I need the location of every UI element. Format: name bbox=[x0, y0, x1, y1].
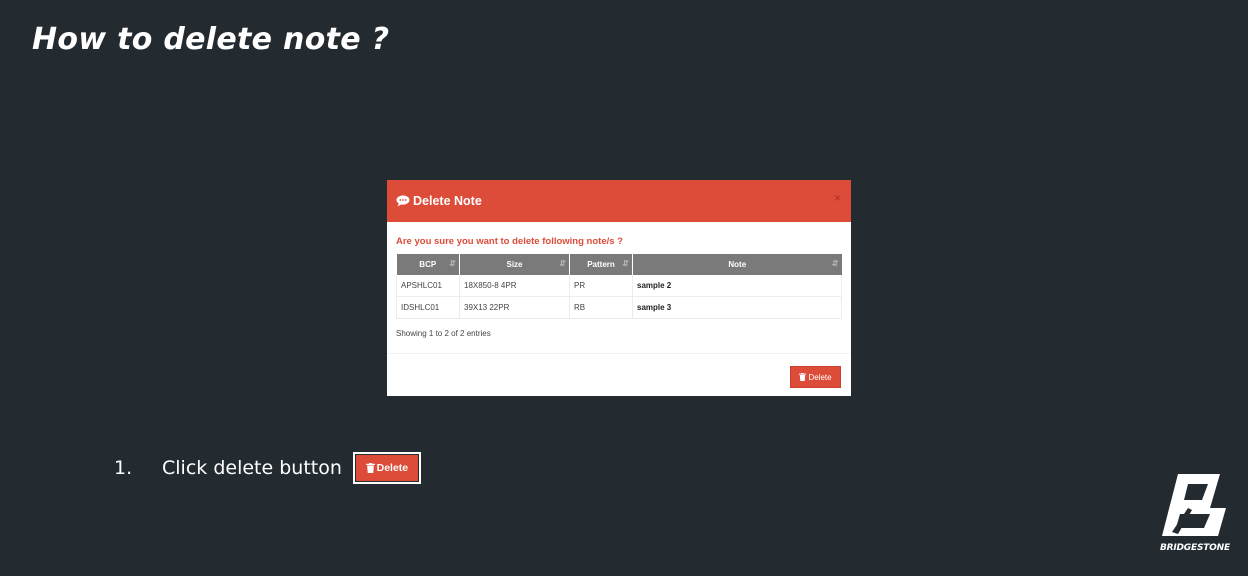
table-row: IDSHLC01 39X13 22PR RB sample 3 bbox=[396, 296, 842, 319]
trash-icon bbox=[799, 373, 807, 381]
sort-icon: ⇵ bbox=[831, 259, 839, 268]
column-header-bcp[interactable]: BCP ⇵ bbox=[396, 254, 460, 275]
delete-button-sample-label: Delete bbox=[376, 462, 409, 474]
slide-title: How to delete note ? bbox=[32, 22, 390, 57]
size-cell: 18X850-8 4PR bbox=[459, 275, 570, 297]
confirm-message: Are you sure you want to delete followin… bbox=[396, 236, 623, 247]
note-cell: sample 2 bbox=[632, 275, 842, 297]
delete-button-sample: Delete bbox=[355, 455, 418, 481]
table-header-row: BCP ⇵ Size ⇵ Pattern ⇵ Note ⇵ bbox=[396, 254, 842, 275]
note-cell: sample 3 bbox=[632, 296, 842, 319]
column-header-note[interactable]: Note ⇵ bbox=[632, 254, 842, 275]
sort-icon: ⇵ bbox=[622, 259, 629, 268]
bridgestone-wordmark: BRIDGESTONE bbox=[1160, 543, 1230, 553]
comment-icon bbox=[396, 195, 410, 207]
step-text: Click delete button bbox=[162, 457, 342, 479]
entries-info: Showing 1 to 2 of 2 entries bbox=[396, 329, 491, 338]
pattern-cell: PR bbox=[569, 275, 633, 297]
close-icon[interactable]: × bbox=[834, 191, 841, 205]
size-cell: 39X13 22PR bbox=[459, 296, 570, 319]
bcp-cell: IDSHLC01 bbox=[396, 296, 460, 319]
notes-table: BCP ⇵ Size ⇵ Pattern ⇵ Note ⇵ APSHLC01 18X85… bbox=[396, 254, 842, 319]
bcp-cell: APSHLC01 bbox=[396, 275, 460, 297]
table-row: APSHLC01 18X850-8 4PR PR sample 2 bbox=[396, 275, 842, 297]
sort-icon: ⇵ bbox=[449, 259, 456, 268]
modal-header: Delete Note × bbox=[387, 180, 851, 222]
delete-note-modal: Delete Note × Are you sure you want to d… bbox=[387, 180, 851, 396]
delete-button-illustration: Delete bbox=[352, 452, 421, 484]
modal-title: Delete Note bbox=[413, 194, 482, 208]
column-header-pattern[interactable]: Pattern ⇵ bbox=[569, 254, 633, 275]
step-number: 1. bbox=[114, 457, 133, 479]
sort-icon: ⇵ bbox=[559, 259, 566, 268]
delete-button[interactable]: Delete bbox=[790, 366, 841, 388]
column-header-size[interactable]: Size ⇵ bbox=[459, 254, 570, 275]
modal-body: Are you sure you want to delete followin… bbox=[387, 222, 851, 338]
modal-footer: Delete bbox=[387, 353, 851, 397]
trash-icon bbox=[365, 463, 375, 473]
instruction-step: 1. Click delete button Delete bbox=[114, 452, 421, 484]
delete-button-label: Delete bbox=[808, 372, 832, 382]
pattern-cell: RB bbox=[569, 296, 633, 319]
